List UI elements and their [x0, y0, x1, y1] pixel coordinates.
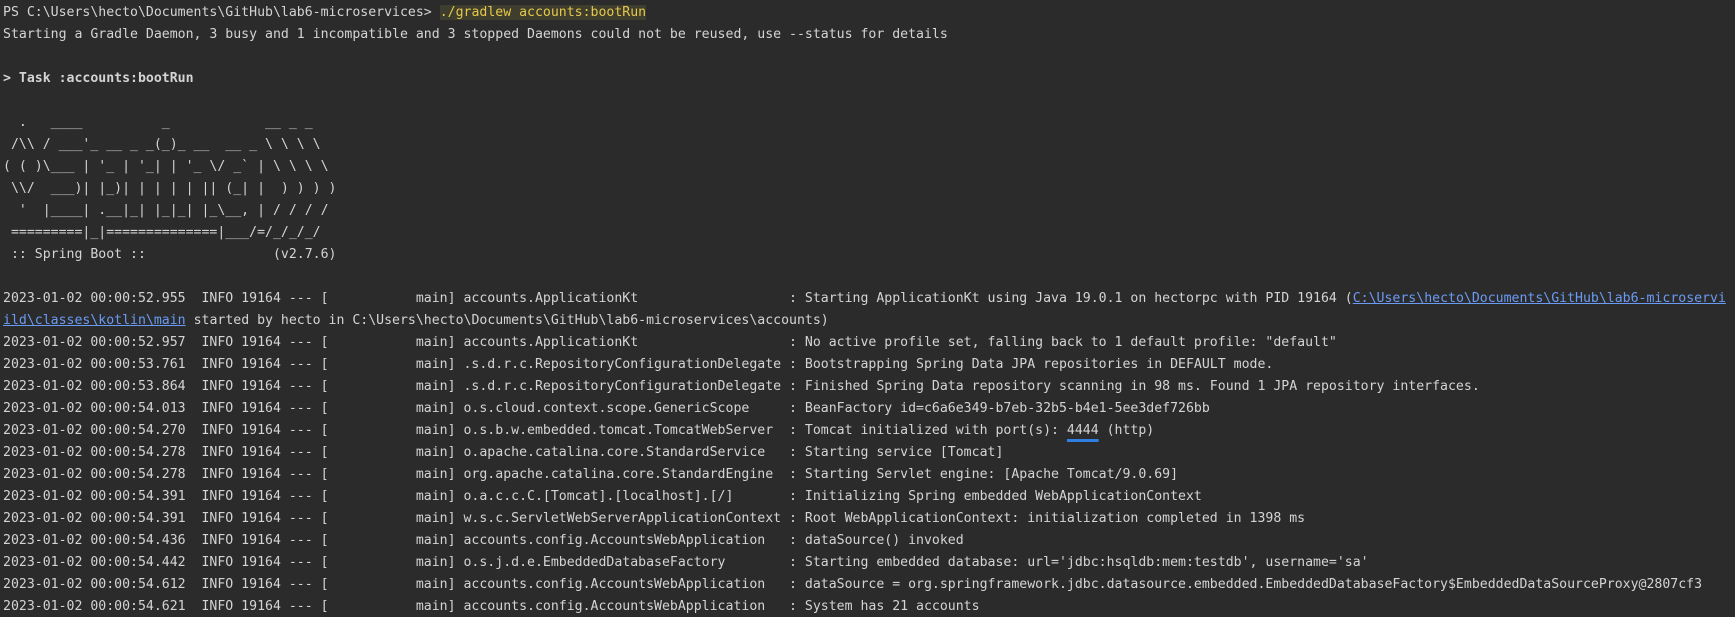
log-line: 2023-01-02 00:00:54.270 INFO 19164 --- [… [3, 420, 1735, 442]
banner-line: . ____ _ __ _ _ [3, 115, 313, 130]
terminal-output[interactable]: PS C:\Users\hecto\Documents\GitHub\lab6-… [0, 0, 1735, 617]
log-line: 2023-01-02 00:00:54.442 INFO 19164 --- [… [3, 555, 1369, 570]
banner-line: =========|_|==============|___/=/_/_/_/ [3, 225, 321, 240]
log-line: 2023-01-02 00:00:54.278 INFO 19164 --- [… [3, 467, 1179, 482]
log-line: 2023-01-02 00:00:54.621 INFO 19164 --- [… [3, 599, 980, 614]
path-link[interactable]: ild\classes\kotlin\main [3, 313, 186, 328]
log-line: 2023-01-02 00:00:54.436 INFO 19164 --- [… [3, 533, 964, 548]
log-line: ild\classes\kotlin\main started by hecto… [3, 310, 1735, 332]
banner-line: /\\ / ___'_ __ _ _(_)_ __ __ _ \ \ \ \ [3, 137, 321, 152]
gradle-command: ./gradlew accounts:bootRun [439, 5, 647, 20]
banner-line: \\/ ___)| |_)| | | | | || (_| | ) ) ) ) [3, 181, 337, 196]
log-text: 2023-01-02 00:00:52.955 INFO 19164 --- [… [3, 291, 1353, 306]
banner-line: ' |____| .__|_| |_|_| |_\__, | / / / / [3, 203, 329, 218]
log-line: 2023-01-02 00:00:54.278 INFO 19164 --- [… [3, 445, 1004, 460]
daemon-message: Starting a Gradle Daemon, 3 busy and 1 i… [3, 27, 948, 42]
log-text: 2023-01-02 00:00:54.270 INFO 19164 --- [… [3, 423, 1067, 438]
log-line: 2023-01-02 00:00:53.864 INFO 19164 --- [… [3, 379, 1480, 394]
log-line: 2023-01-02 00:00:54.391 INFO 19164 --- [… [3, 511, 1306, 526]
task-line: > Task :accounts:bootRun [3, 71, 194, 86]
log-line: 2023-01-02 00:00:53.761 INFO 19164 --- [… [3, 357, 1274, 372]
log-line: 2023-01-02 00:00:54.612 INFO 19164 --- [… [3, 577, 1703, 592]
log-line: 2023-01-02 00:00:54.391 INFO 19164 --- [… [3, 489, 1202, 504]
shell-prompt: PS C:\Users\hecto\Documents\GitHub\lab6-… [3, 5, 440, 20]
prompt-line: PS C:\Users\hecto\Documents\GitHub\lab6-… [3, 2, 1735, 24]
log-text: (http) [1098, 423, 1155, 438]
log-text: started by hecto in C:\Users\hecto\Docum… [185, 313, 829, 328]
banner-line: ( ( )\___ | '_ | '_| | '_ \/ _` | \ \ \ … [3, 159, 329, 174]
banner-line: :: Spring Boot :: (v2.7.6) [3, 247, 337, 262]
path-link[interactable]: C:\Users\hecto\Documents\GitHub\lab6-mic… [1353, 291, 1726, 306]
log-line: 2023-01-02 00:00:52.957 INFO 19164 --- [… [3, 335, 1337, 350]
log-line: 2023-01-02 00:00:52.955 INFO 19164 --- [… [3, 288, 1735, 310]
port-number: 4444 [1066, 423, 1099, 438]
log-line: 2023-01-02 00:00:54.013 INFO 19164 --- [… [3, 401, 1210, 416]
